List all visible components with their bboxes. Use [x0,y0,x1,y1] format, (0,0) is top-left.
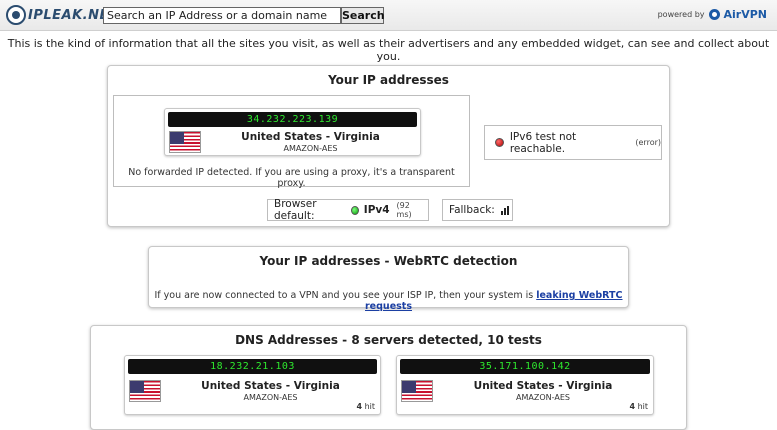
fallback-label: Fallback: [449,204,495,216]
forwarded-ip-note: No forwarded IP detected. If you are usi… [128,167,455,189]
dns-server-card: 35.171.100.142 United States - Virginia … [396,355,654,415]
ip-address[interactable]: 34.232.223.139 [168,112,417,127]
country: United States - Virginia [201,380,340,392]
top-header: IPLEAK.NET Search powered by AirVPN [0,0,777,31]
hit-count: 4 hit [629,402,648,411]
intro-text: This is the kind of information that all… [7,37,770,63]
ip-address[interactable]: 18.232.21.103 [128,359,377,374]
country: United States - Virginia [473,380,613,392]
logo-globe-icon [6,5,26,25]
site-logo[interactable]: IPLEAK.NET [6,5,118,25]
browser-default: Browser default: IPv4 (92 ms) [267,198,429,222]
browser-default-label: Browser default: [274,198,317,222]
us-flag-icon [129,380,161,402]
status-ok-icon [351,205,359,215]
search-input[interactable] [103,7,341,24]
ip-addresses-panel: Your IP addresses 34.232.223.139 United … [107,65,670,227]
ip-address[interactable]: 35.171.100.142 [400,359,650,374]
country: United States - Virginia [241,131,380,143]
isp: AMAZON-AES [516,393,570,402]
ipv6-text: IPv6 test not reachable. [509,130,577,155]
ipv4-box: 34.232.223.139 United States - Virginia … [113,95,470,189]
latency: (92 ms) [396,201,412,219]
webrtc-text: If you are now connected to a VPN and yo… [154,290,534,301]
panel-title: Your IP addresses [328,73,449,87]
ipv6-status: IPv6 test not reachable. (error) [484,125,662,160]
status-error-icon [495,138,504,147]
signal-bars-icon [500,205,509,215]
isp: AMAZON-AES [283,144,338,153]
powered-by-label: powered by [657,9,705,19]
protocol: IPv4 [363,204,390,216]
isp: AMAZON-AES [243,393,298,402]
dns-server-card: 18.232.21.103 United States - Virginia A… [124,355,381,415]
ip-card: 34.232.223.139 United States - Virginia … [164,108,421,156]
search-button[interactable]: Search [341,7,385,24]
hit-count: 4 hit [356,402,375,411]
ipv6-error: (error) [635,138,661,147]
us-flag-icon [401,380,433,402]
panel-title: Your IP addresses - WebRTC detection [259,254,518,268]
airvpn-logo-icon [708,8,720,20]
webrtc-panel: Your IP addresses - WebRTC detection If … [148,246,629,312]
airvpn-brand: AirVPN [723,7,768,21]
webrtc-message: If you are now connected to a VPN and yo… [149,290,628,312]
powered-by[interactable]: powered by AirVPN [658,7,767,21]
panel-title: DNS Addresses - 8 servers detected, 10 t… [235,333,542,347]
fallback: Fallback: [442,199,513,221]
us-flag-icon [169,131,201,153]
dns-panel: DNS Addresses - 8 servers detected, 10 t… [90,325,687,430]
